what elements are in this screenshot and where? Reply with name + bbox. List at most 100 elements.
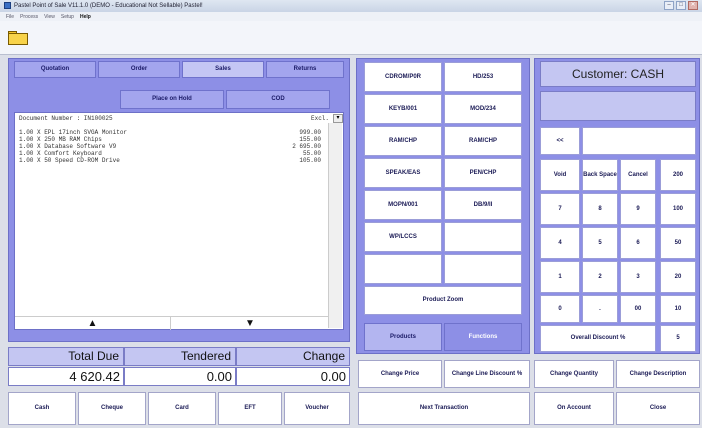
tab-order[interactable]: Order: [98, 61, 180, 78]
menu-setup[interactable]: Setup: [61, 14, 74, 21]
menu-bar: File Process View Setup Help: [0, 12, 702, 21]
product-button[interactable]: KEYB/001: [364, 94, 442, 124]
key-00[interactable]: 00: [620, 295, 656, 323]
title-bar: Pastel Point of Sale V11.1.0 (DEMO - Edu…: [0, 0, 702, 12]
document-number: Document Number : IN100025: [19, 115, 113, 122]
key-9[interactable]: 9: [620, 193, 656, 225]
product-button[interactable]: DB/9/II: [444, 190, 522, 220]
product-button[interactable]: RAM/CHP: [364, 126, 442, 156]
total-due-label: Total Due: [8, 347, 124, 366]
cash-button[interactable]: Cash: [8, 392, 76, 425]
tab-quotation[interactable]: Quotation: [14, 61, 96, 78]
key-8[interactable]: 8: [582, 193, 618, 225]
folder-icon[interactable]: [8, 29, 28, 45]
key-2[interactable]: 2: [582, 261, 618, 293]
card-button[interactable]: Card: [148, 392, 216, 425]
menu-process[interactable]: Process: [20, 14, 38, 21]
on-account-button[interactable]: On Account: [534, 392, 614, 425]
maximize-button[interactable]: □: [676, 1, 686, 10]
line-item-desc[interactable]: 1.00 X Comfort Keyboard: [19, 150, 102, 157]
tab-sales[interactable]: Sales: [182, 61, 264, 78]
line-item-amount: 2 695.00: [292, 143, 321, 150]
key-1[interactable]: 1: [540, 261, 580, 293]
keypad-display[interactable]: [582, 127, 696, 155]
cancel-button[interactable]: Cancel: [620, 159, 656, 191]
menu-help[interactable]: Help: [80, 14, 91, 21]
app-icon: [4, 2, 11, 9]
key-7[interactable]: 7: [540, 193, 580, 225]
denomination-10[interactable]: 10: [660, 295, 696, 323]
line-item-desc[interactable]: 1.00 X 50 Speed CD-ROM Drive: [19, 157, 120, 164]
line-item-amount: 105.00: [299, 157, 321, 164]
product-button[interactable]: WP/LCCS: [364, 222, 442, 252]
tab-returns[interactable]: Returns: [266, 61, 344, 78]
line-item-desc[interactable]: 1.00 X 250 MB RAM Chips: [19, 136, 102, 143]
line-item-amount: 155.00: [299, 136, 321, 143]
customer-info: [540, 91, 696, 121]
product-button[interactable]: SPEAK/EAS: [364, 158, 442, 188]
key-decimal[interactable]: .: [582, 295, 618, 323]
product-button[interactable]: CDROM/P0R: [364, 62, 442, 92]
key-3[interactable]: 3: [620, 261, 656, 293]
change-value: 0.00: [236, 367, 350, 386]
total-due-value: 4 620.42: [8, 367, 124, 386]
minimize-button[interactable]: –: [664, 1, 674, 10]
back-button[interactable]: <<: [540, 127, 580, 155]
change-price-button[interactable]: Change Price: [358, 360, 442, 388]
denomination-200[interactable]: 200: [660, 159, 696, 191]
product-button[interactable]: HD/253: [444, 62, 522, 92]
window-controls: – □ ✕: [664, 1, 698, 10]
voucher-button[interactable]: Voucher: [284, 392, 350, 425]
scroll-down-button[interactable]: ▼: [172, 317, 328, 330]
line-item-desc[interactable]: 1.00 X Database Software V9: [19, 143, 116, 150]
key-4[interactable]: 4: [540, 227, 580, 259]
tab-products[interactable]: Products: [364, 323, 442, 351]
next-transaction-button[interactable]: Next Transaction: [358, 392, 530, 425]
denomination-50[interactable]: 50: [660, 227, 696, 259]
key-5[interactable]: 5: [582, 227, 618, 259]
product-button[interactable]: [444, 254, 522, 284]
tendered-value[interactable]: 0.00: [124, 367, 236, 386]
product-button[interactable]: PEN/CHP: [444, 158, 522, 188]
cod-button[interactable]: COD: [226, 90, 330, 109]
denomination-100[interactable]: 100: [660, 193, 696, 225]
tax-mode-dropdown[interactable]: ▾: [333, 114, 343, 123]
line-item-desc[interactable]: 1.00 X EPL 17inch SVGA Monitor: [19, 129, 127, 136]
change-quantity-button[interactable]: Change Quantity: [534, 360, 614, 388]
customer-label[interactable]: Customer: CASH: [540, 61, 696, 87]
main-area: Quotation Order Sales Returns Place on H…: [0, 55, 702, 428]
cheque-button[interactable]: Cheque: [78, 392, 146, 425]
scroll-up-button[interactable]: ▲: [15, 317, 171, 330]
overall-discount-button[interactable]: Overall Discount %: [540, 325, 656, 352]
key-6[interactable]: 6: [620, 227, 656, 259]
denomination-5[interactable]: 5: [660, 325, 696, 352]
window-title: Pastel Point of Sale V11.1.0 (DEMO - Edu…: [14, 3, 203, 9]
product-button[interactable]: RAM/CHP: [444, 126, 522, 156]
menu-file[interactable]: File: [6, 14, 14, 21]
close-window-button[interactable]: ✕: [688, 1, 698, 10]
void-button[interactable]: Void: [540, 159, 580, 191]
document-view: Document Number : IN100025 Excl. ▾ 1.00 …: [14, 112, 344, 330]
tendered-label: Tendered: [124, 347, 236, 366]
change-label: Change: [236, 347, 350, 366]
tab-functions[interactable]: Functions: [444, 323, 522, 351]
backspace-button[interactable]: Back Space: [582, 159, 618, 191]
line-item-amount: 55.00: [302, 150, 321, 157]
tax-mode: Excl.: [311, 115, 330, 122]
product-zoom-button[interactable]: Product Zoom: [364, 286, 522, 315]
denomination-20[interactable]: 20: [660, 261, 696, 293]
eft-button[interactable]: EFT: [218, 392, 282, 425]
document-scrollbar[interactable]: [328, 123, 342, 328]
place-on-hold-button[interactable]: Place on Hold: [120, 90, 224, 109]
change-description-button[interactable]: Change Description: [616, 360, 700, 388]
key-0[interactable]: 0: [540, 295, 580, 323]
menu-view[interactable]: View: [44, 14, 55, 21]
product-button[interactable]: [444, 222, 522, 252]
product-button[interactable]: MOD/234: [444, 94, 522, 124]
close-button[interactable]: Close: [616, 392, 700, 425]
change-line-discount-button[interactable]: Change Line Discount %: [444, 360, 530, 388]
product-button[interactable]: MOPN/001: [364, 190, 442, 220]
product-button[interactable]: [364, 254, 442, 284]
line-item-amount: 999.00: [299, 129, 321, 136]
toolbar: [0, 21, 702, 55]
